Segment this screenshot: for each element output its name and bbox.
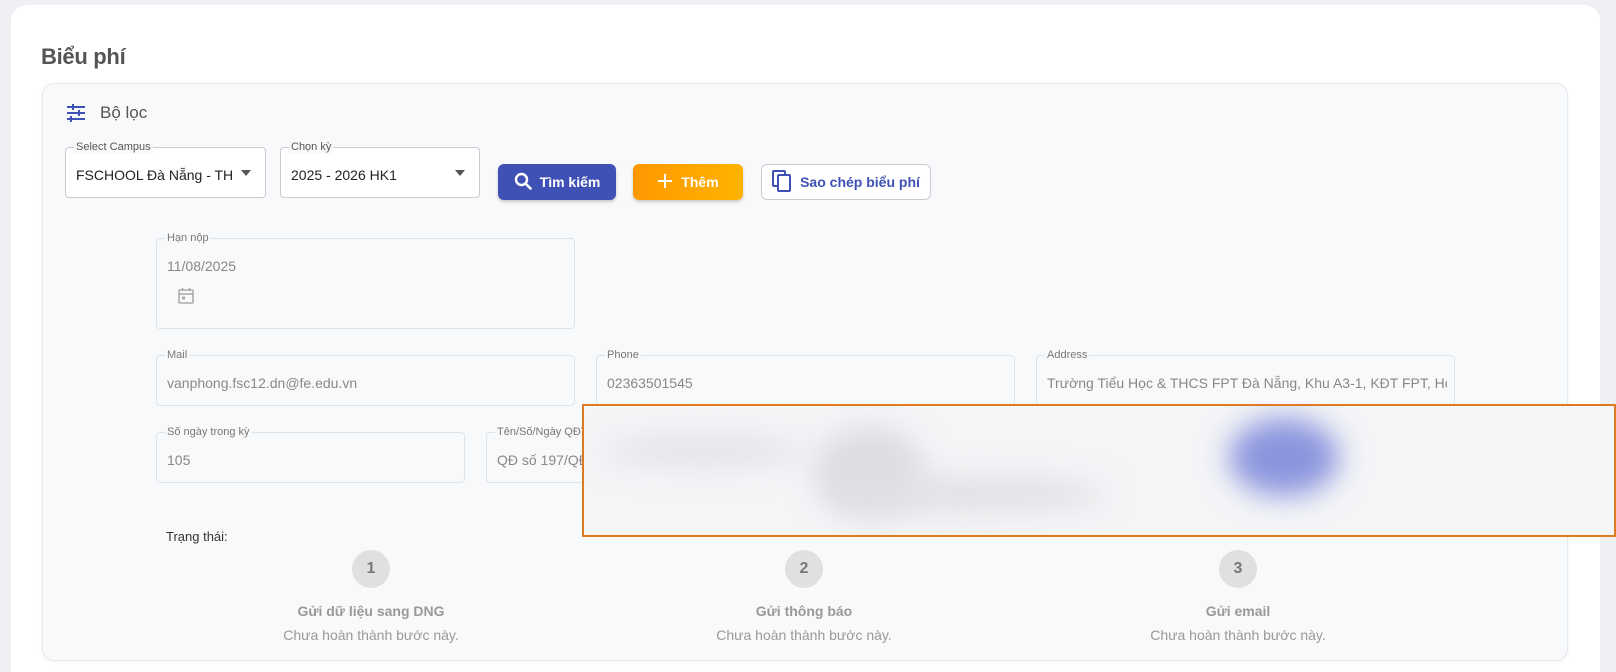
filter-title: Bộ lọc xyxy=(100,103,148,122)
copy-fee-button-label: Sao chép biểu phí xyxy=(800,174,920,190)
campus-select-value: FSCHOOL Đà Nẵng - TH xyxy=(76,167,234,183)
deadline-label: Hạn nộp xyxy=(165,232,211,245)
copy-icon xyxy=(772,169,792,195)
decision-value: QĐ số 197/QĐ xyxy=(497,452,589,468)
days-value: 105 xyxy=(167,452,191,468)
add-button[interactable]: Thêm xyxy=(633,164,743,200)
search-icon xyxy=(514,172,532,193)
mail-label: Mail xyxy=(165,349,190,362)
calendar-icon[interactable] xyxy=(178,287,194,309)
campus-select-label: Select Campus xyxy=(74,141,153,154)
filter-sliders-icon xyxy=(66,103,86,123)
step-send-notice: 2 Gửi thông báo Chưa hoàn thành bước này… xyxy=(684,550,924,643)
deadline-field[interactable]: Hạn nộp 11/08/2025 xyxy=(156,232,575,329)
address-value: Trường Tiểu Học & THCS FPT Đà Nẵng, Khu … xyxy=(1047,375,1447,391)
phone-value: 02363501545 xyxy=(607,375,693,391)
chevron-down-icon xyxy=(241,170,251,176)
step-number-badge: 3 xyxy=(1219,550,1257,588)
plus-icon xyxy=(657,173,673,192)
step-title: Gửi dữ liệu sang DNG xyxy=(297,603,445,619)
add-button-label: Thêm xyxy=(681,174,719,190)
chevron-down-icon xyxy=(455,170,465,176)
mail-field[interactable]: Mail vanphong.fsc12.dn@fe.edu.vn xyxy=(156,349,575,406)
step-number-badge: 2 xyxy=(785,550,823,588)
step-title: Gửi email xyxy=(1205,603,1271,619)
step-send-dng: 1 Gửi dữ liệu sang DNG Chưa hoàn thành b… xyxy=(251,550,491,643)
days-field[interactable]: Số ngày trong kỳ 105 xyxy=(156,426,465,483)
address-label: Address xyxy=(1045,349,1090,362)
days-label: Số ngày trong kỳ xyxy=(165,426,252,439)
step-description: Chưa hoàn thành bước này. xyxy=(716,627,892,643)
phone-label: Phone xyxy=(605,349,641,362)
status-label: Trạng thái: xyxy=(166,529,228,544)
phone-field[interactable]: Phone 02363501545 xyxy=(596,349,1015,406)
decision-label: Tên/Số/Ngày QĐT xyxy=(495,426,590,439)
page-title: Biểu phí xyxy=(41,44,126,69)
step-number-badge: 1 xyxy=(352,550,390,588)
step-send-email: 3 Gửi email Chưa hoàn thành bước này. xyxy=(1118,550,1358,643)
step-description: Chưa hoàn thành bước này. xyxy=(1150,627,1326,643)
redacted-region xyxy=(582,404,1616,537)
search-button[interactable]: Tìm kiếm xyxy=(498,164,616,200)
search-button-label: Tìm kiếm xyxy=(539,174,601,190)
step-title: Gửi thông báo xyxy=(755,603,853,619)
campus-select[interactable]: Select Campus FSCHOOL Đà Nẵng - TH xyxy=(65,141,266,198)
step-description: Chưa hoàn thành bước này. xyxy=(283,627,459,643)
mail-value: vanphong.fsc12.dn@fe.edu.vn xyxy=(167,375,358,391)
deadline-value: 11/08/2025 xyxy=(167,258,237,274)
filter-header: Bộ lọc xyxy=(66,103,147,123)
term-select-value: 2025 - 2026 HK1 xyxy=(291,167,397,183)
term-select[interactable]: Chọn kỳ 2025 - 2026 HK1 xyxy=(280,141,480,198)
address-field[interactable]: Address Trường Tiểu Học & THCS FPT Đà Nẵ… xyxy=(1036,349,1455,406)
term-select-label: Chọn kỳ xyxy=(289,141,334,154)
copy-fee-button[interactable]: Sao chép biểu phí xyxy=(761,164,931,200)
